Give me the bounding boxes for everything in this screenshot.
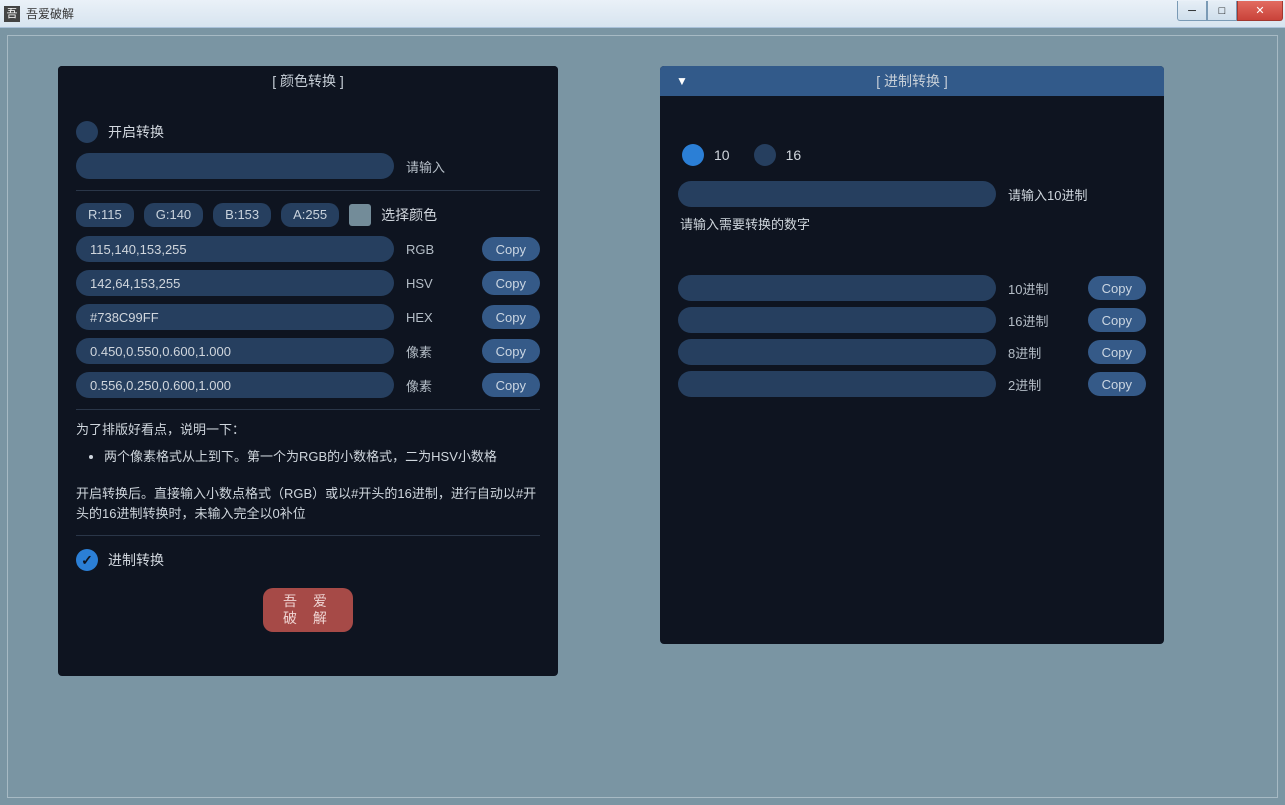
copy-16-button[interactable]: Copy [1088,308,1146,332]
r-chip[interactable]: R:115 [76,203,134,227]
out-8[interactable] [678,339,996,365]
wuai-button[interactable]: 吾 爱 破 解 [263,588,353,632]
select-color-label: 选择颜色 [381,205,437,225]
collapse-icon[interactable]: ▼ [676,66,688,96]
a-chip[interactable]: A:255 [281,203,339,227]
pixel1-label: 像素 [406,342,474,361]
color-swatch[interactable] [349,204,371,226]
base-convert-panel: ▼ [ 进制转换 ] 10 16 请输入10进制 请输入需要转换的数字 [660,66,1164,644]
radio-16[interactable] [754,144,776,166]
copy-hsv-button[interactable]: Copy [482,271,540,295]
copy-hex-button[interactable]: Copy [482,305,540,329]
app-icon: 吾 [4,6,20,22]
out-10[interactable] [678,275,996,301]
maximize-button[interactable]: □ [1207,1,1237,21]
out-16[interactable] [678,307,996,333]
desc-bullet: 两个像素格式从上到下。第一个为RGB的小数格式，二为HSV小数格 [104,447,540,468]
desc-intro: 为了排版好看点，说明一下： [76,420,540,441]
g-chip[interactable]: G:140 [144,203,203,227]
b-chip[interactable]: B:153 [213,203,271,227]
base-input[interactable] [678,181,996,207]
rgb-label: RGB [406,242,474,257]
copy-rgb-button[interactable]: Copy [482,237,540,261]
color-convert-panel: [ 颜色转换 ] 开启转换 请输入 R:115 G:140 B:153 [58,66,558,676]
pixel-rgb-output[interactable] [76,338,394,364]
copy-10-button[interactable]: Copy [1088,276,1146,300]
hex-label: HEX [406,310,474,325]
start-convert-label: 开启转换 [108,122,164,142]
out-10-label: 10进制 [1008,279,1072,298]
minimize-button[interactable]: ─ [1177,1,1207,21]
hsv-label: HSV [406,276,474,291]
out-16-label: 16进制 [1008,311,1072,330]
out-2[interactable] [678,371,996,397]
titlebar: 吾 吾爱破解 ─ □ ✕ [0,0,1285,28]
copy-2-button[interactable]: Copy [1088,372,1146,396]
pixel-hsv-output[interactable] [76,372,394,398]
close-button[interactable]: ✕ [1237,1,1283,21]
main-input-label: 请输入 [406,157,445,176]
rgb-output[interactable] [76,236,394,262]
pixel2-label: 像素 [406,376,474,395]
window-title: 吾爱破解 [26,5,74,22]
copy-pixel2-button[interactable]: Copy [482,373,540,397]
main-input[interactable] [76,153,394,179]
hsv-output[interactable] [76,270,394,296]
radio-10[interactable] [682,144,704,166]
panel-title: [ 颜色转换 ] [58,66,558,96]
start-convert-toggle[interactable] [76,121,98,143]
desc-para: 开启转换后。直接输入小数点格式（RGB）或以#开头的16进制，进行自动以#开头的… [76,484,540,526]
radio-16-label: 16 [786,147,802,163]
panel-title: [ 进制转换 ] [876,73,948,89]
base-input-label: 请输入10进制 [1008,185,1087,204]
out-8-label: 8进制 [1008,343,1072,362]
help-text: 请输入需要转换的数字 [680,214,1146,233]
radio-10-label: 10 [714,147,730,163]
base-convert-label: 进制转换 [108,550,164,570]
copy-pixel1-button[interactable]: Copy [482,339,540,363]
hex-output[interactable] [76,304,394,330]
base-convert-toggle[interactable]: ✓ [76,549,98,571]
out-2-label: 2进制 [1008,375,1072,394]
copy-8-button[interactable]: Copy [1088,340,1146,364]
